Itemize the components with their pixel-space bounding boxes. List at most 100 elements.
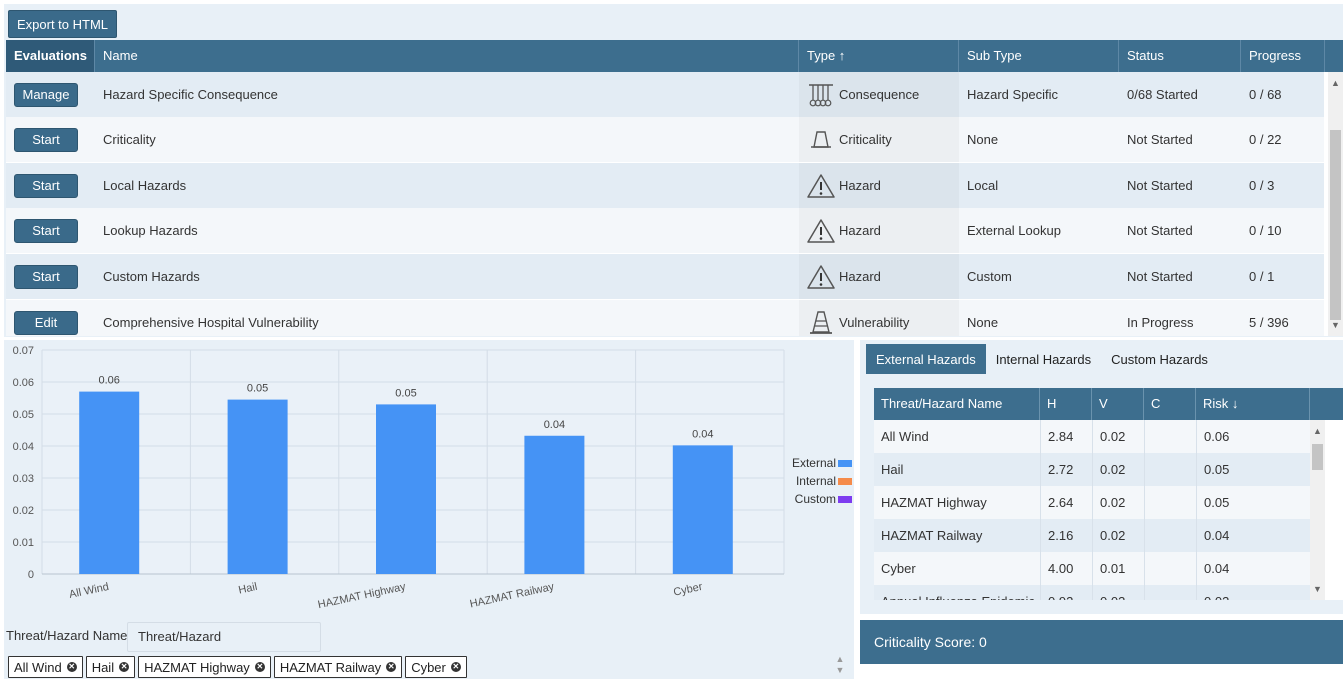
selected-hazard-tags: All Wind ✕ Hail ✕ HAZMAT Highway ✕ HAZMAT Rail… — [8, 656, 467, 678]
column-header-risk[interactable]: Risk ↓ — [1196, 388, 1310, 420]
export-to-html-button[interactable]: Export to HTML — [8, 10, 117, 38]
evaluation-sub-type: Hazard Specific — [967, 87, 1059, 102]
scrollbar-thumb[interactable] — [1330, 130, 1341, 320]
hazards-table-header: Threat/Hazard Name H V C Risk ↓ — [874, 388, 1325, 420]
evaluation-row: Start Local Hazards Hazard Local Not Started… — [6, 163, 1324, 208]
start-evaluation-button[interactable]: Start — [14, 264, 78, 289]
evaluation-type: Hazard — [799, 163, 959, 208]
legend-label: External — [791, 456, 836, 470]
hazard-tag[interactable]: HAZMAT Highway ✕ — [138, 656, 271, 678]
evaluations-table: Evaluations Name Type ↑ Sub Type Status … — [6, 40, 1343, 336]
column-header-type[interactable]: Type ↑ — [799, 40, 959, 72]
column-header-threat-hazard-name[interactable]: Threat/Hazard Name — [874, 388, 1040, 420]
hazard-tag[interactable]: All Wind ✕ — [8, 656, 83, 678]
remove-tag-icon[interactable]: ✕ — [119, 662, 130, 672]
hazard-tabs: External Hazards Internal Hazards Custom H… — [866, 344, 1218, 374]
column-header-status[interactable]: Status — [1119, 40, 1241, 72]
hazard-row[interactable]: HAZMAT Railway 2.16 0.02 0.04 — [874, 519, 1310, 552]
evaluation-sub-type: Custom — [967, 269, 1012, 284]
risk-value-cell: 0.03 — [1196, 585, 1310, 600]
hazard-row[interactable]: Annual Influenza Epidemic0.920.030.03 — [874, 585, 1310, 600]
evaluation-type-label: Hazard — [839, 178, 881, 193]
evaluation-name: Hazard Specific Consequence — [103, 87, 278, 102]
hazard-name-cell: Cyber — [881, 561, 916, 576]
hazard-row[interactable]: Cyber 4.00 0.01 0.04 — [874, 552, 1310, 585]
legend-item-external[interactable]: External — [786, 454, 852, 472]
hazard-warning-icon — [807, 264, 835, 290]
hazard-tag-label: Cyber — [411, 659, 446, 675]
risk-value-cell: 0.05 — [1196, 486, 1310, 519]
start-evaluation-button[interactable]: Start — [14, 173, 78, 198]
hazard-row[interactable]: HAZMAT Highway 2.64 0.02 0.05 — [874, 486, 1310, 519]
evaluation-name: Lookup Hazards — [103, 223, 198, 238]
evaluations-scrollbar[interactable]: ▲ ▼ — [1328, 72, 1343, 336]
bar-value-label: 0.05 — [247, 383, 268, 395]
tab-internal-hazards[interactable]: Internal Hazards — [986, 344, 1101, 374]
evaluation-type-label: Hazard — [839, 269, 881, 284]
evaluation-type: Hazard — [799, 208, 959, 253]
v-value-cell: 0.02 — [1092, 420, 1144, 453]
y-tick-label: 0.04 — [13, 441, 34, 453]
c-value-cell — [1144, 585, 1196, 600]
legend-item-custom[interactable]: Custom — [786, 490, 852, 508]
hazards-scrollbar[interactable]: ▲ ▼ — [1310, 420, 1325, 600]
scrollbar-thumb[interactable] — [1312, 444, 1323, 470]
hazard-tag[interactable]: Cyber ✕ — [405, 656, 467, 678]
bar-value-label: 0.04 — [692, 428, 713, 440]
remove-tag-icon[interactable]: ✕ — [254, 662, 265, 672]
evaluation-row: Start Criticality Criticality None Not Start… — [6, 117, 1324, 162]
remove-tag-icon[interactable]: ✕ — [450, 662, 461, 672]
v-value-cell: 0.02 — [1092, 453, 1144, 486]
column-header-evaluations[interactable]: Evaluations — [6, 40, 95, 72]
scroll-up-arrow-icon[interactable]: ▲ — [1328, 76, 1343, 90]
threat-hazard-name-input[interactable]: Threat/Hazard — [127, 622, 321, 652]
scroll-down-arrow-icon[interactable]: ▼ — [1328, 318, 1343, 332]
legend-item-internal[interactable]: Internal — [786, 472, 852, 490]
risk-value-cell: 0.04 — [1196, 519, 1310, 552]
edit-evaluation-button[interactable]: Edit — [14, 310, 78, 335]
start-evaluation-button[interactable]: Start — [14, 127, 78, 152]
column-header-c[interactable]: C — [1144, 388, 1196, 420]
column-header-sub-type[interactable]: Sub Type — [959, 40, 1119, 72]
action-cell: Start — [6, 163, 95, 208]
x-tick-label: All Wind — [68, 581, 110, 601]
chart-legend: External Internal Custom — [786, 454, 852, 508]
hazard-row[interactable]: All Wind 2.84 0.02 0.06 — [874, 420, 1310, 453]
hazard-tag[interactable]: HAZMAT Railway ✕ — [273, 656, 403, 678]
tab-external-hazards[interactable]: External Hazards — [866, 344, 986, 374]
evaluation-name: Criticality — [103, 132, 156, 147]
y-tick-label: 0.03 — [13, 473, 34, 485]
action-cell: Edit — [6, 300, 95, 336]
tab-custom-hazards[interactable]: Custom Hazards — [1101, 344, 1218, 374]
evaluation-type-label: Vulnerability — [839, 315, 910, 330]
y-tick-label: 0.02 — [13, 505, 34, 517]
bar-hail — [227, 399, 288, 574]
column-header-v[interactable]: V — [1092, 388, 1144, 420]
manage-evaluation-button[interactable]: Manage — [14, 82, 78, 107]
remove-tag-icon[interactable]: ✕ — [386, 662, 397, 672]
hazard-name-cell: Hail — [881, 462, 904, 477]
scroll-up-arrow-icon[interactable]: ▲ — [1310, 424, 1325, 438]
risk-value-cell: 0.04 — [1196, 552, 1310, 585]
column-header-h[interactable]: H — [1040, 388, 1092, 420]
remove-tag-icon[interactable]: ✕ — [66, 662, 77, 672]
evaluation-row: Start Custom Hazards Hazard Custom Not Start… — [6, 254, 1324, 299]
evaluation-sub-type: None — [967, 132, 999, 147]
column-header-progress[interactable]: Progress — [1241, 40, 1325, 72]
bar-all-wind — [79, 391, 140, 574]
scroll-down-arrow-icon[interactable]: ▼ — [1310, 582, 1325, 596]
column-header-name[interactable]: Name — [95, 40, 799, 72]
hazard-row[interactable]: Hail 2.72 0.02 0.05 — [874, 453, 1310, 486]
bar-value-label: 0.06 — [98, 375, 119, 387]
hazard-tag[interactable]: Hail ✕ — [85, 656, 136, 678]
start-evaluation-button[interactable]: Start — [14, 218, 78, 243]
bar-hazmat-highway — [376, 404, 436, 574]
c-value-cell — [1144, 519, 1196, 552]
tags-scroll-arrows-icon[interactable]: ▲ ▼ — [833, 654, 847, 678]
risk-bar-chart: 0 0.01 0.02 0.03 0.04 0.05 0.06 0.07 0.06 All Win… — [13, 345, 785, 611]
y-tick-label: 0.01 — [13, 537, 34, 549]
hazard-name-cell: All Wind — [881, 429, 929, 444]
v-value-cell: 0.02 — [1092, 486, 1144, 519]
evaluation-type: Criticality — [799, 117, 959, 162]
v-value-cell: 0.01 — [1092, 552, 1144, 585]
